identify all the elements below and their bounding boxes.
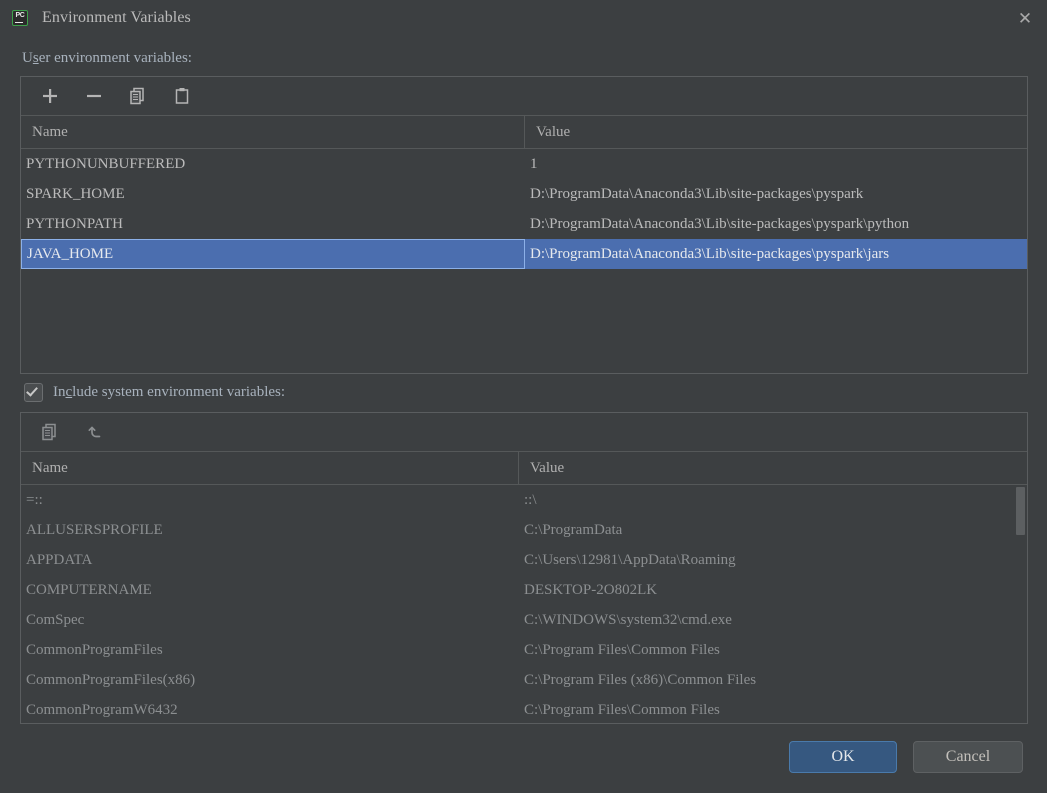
system-var-value: C:\Program Files\Common Files [524,701,720,718]
table-row[interactable]: ComSpec C:\WINDOWS\system32\cmd.exe [21,605,1027,635]
dialog-footer: OK Cancel [0,731,1047,793]
user-var-value[interactable]: D:\ProgramData\Anaconda3\Lib\site-packag… [525,209,1027,239]
user-table-header: Name Value [21,116,1027,149]
include-system-env-checkbox[interactable] [24,383,43,402]
table-row[interactable]: PYTHONUNBUFFERED 1 [21,149,1027,179]
table-row[interactable]: COMPUTERNAME DESKTOP-2O802LK [21,575,1027,605]
user-table-body: PYTHONUNBUFFERED 1 SPARK_HOME D:\Program… [21,149,1027,371]
system-table-scrollbar[interactable] [1014,485,1027,722]
system-var-name: CommonProgramFiles [26,641,163,658]
remove-button[interactable] [81,83,107,109]
dialog-title: Environment Variables [42,9,191,26]
table-row[interactable]: CommonProgramW6432 C:\Program Files\Comm… [21,695,1027,722]
cancel-button[interactable]: Cancel [913,741,1023,773]
system-var-value: ::\ [524,491,537,508]
add-button[interactable] [37,83,63,109]
include-system-env-label-pre: In [53,384,66,400]
system-var-value: C:\Users\12981\AppData\Roaming [524,551,736,568]
table-row[interactable]: APPDATA C:\Users\12981\AppData\Roaming [21,545,1027,575]
table-row[interactable]: ALLUSERSPROFILE C:\ProgramData [21,515,1027,545]
paste-button[interactable] [169,83,195,109]
revert-button[interactable] [83,419,109,445]
user-table-header-value[interactable]: Value [525,116,1027,148]
undo-icon [88,426,101,438]
system-var-name: ALLUSERSPROFILE [26,521,163,538]
system-var-name: COMPUTERNAME [26,581,152,598]
check-icon [26,384,38,397]
system-var-value: DESKTOP-2O802LK [524,581,658,598]
system-table-header-name[interactable]: Name [21,452,519,484]
pycharm-icon-text: PC [15,12,25,19]
table-row[interactable]: CommonProgramFiles(x86) C:\Program Files… [21,665,1027,695]
copy-icon [130,87,144,105]
system-table-header-value[interactable]: Value [519,452,1027,484]
user-var-name[interactable]: JAVA_HOME [21,239,525,269]
system-var-name: APPDATA [26,551,93,568]
user-var-value[interactable]: D:\ProgramData\Anaconda3\Lib\site-packag… [525,179,1027,209]
include-system-env-checkbox-row[interactable]: Include system environment variables: [24,383,285,402]
minus-icon [87,94,101,98]
system-table-body: =:: ::\ ALLUSERSPROFILE C:\ProgramData A… [21,485,1027,722]
include-system-env-label: Include system environment variables: [53,384,285,401]
plus-icon [43,89,57,103]
user-var-name[interactable]: PYTHONPATH [21,209,525,239]
system-table-header: Name Value [21,452,1027,485]
table-row-selected[interactable]: JAVA_HOME D:\ProgramData\Anaconda3\Lib\s… [21,239,1027,269]
user-var-value[interactable]: 1 [525,149,1027,179]
user-env-label: User environment variables: [22,50,192,67]
user-env-label-post: er environment variables: [38,50,192,66]
user-var-name[interactable]: SPARK_HOME [21,179,525,209]
user-env-toolbar [21,77,1027,116]
copy-button[interactable] [37,419,63,445]
user-var-name[interactable]: PYTHONUNBUFFERED [21,149,525,179]
system-var-value: C:\ProgramData [524,521,623,538]
system-var-value: C:\Program Files\Common Files [524,641,720,658]
user-env-panel: Name Value PYTHONUNBUFFERED 1 SPARK_HOME… [20,76,1028,374]
table-row[interactable]: PYTHONPATH D:\ProgramData\Anaconda3\Lib\… [21,209,1027,239]
paste-icon [175,88,189,104]
table-row[interactable]: SPARK_HOME D:\ProgramData\Anaconda3\Lib\… [21,179,1027,209]
system-var-value: C:\WINDOWS\system32\cmd.exe [524,611,732,628]
system-var-value: C:\Program Files (x86)\Common Files [524,671,757,688]
include-system-env-label-post: lude system environment variables: [72,384,286,400]
close-icon[interactable]: ✕ [1009,4,1041,32]
copy-button[interactable] [125,83,151,109]
scrollbar-thumb[interactable] [1016,487,1025,535]
user-table-header-name[interactable]: Name [21,116,525,148]
system-var-name: CommonProgramFiles(x86) [26,671,196,688]
dialog-titlebar: PC Environment Variables ✕ [0,0,1047,36]
system-var-name: CommonProgramW6432 [26,701,178,718]
pycharm-icon-underline [15,21,23,23]
table-row[interactable]: =:: ::\ [21,485,1027,515]
system-env-panel: Name Value =:: ::\ ALLUSERSPROFILE C:\Pr… [20,412,1028,724]
system-env-toolbar [21,413,1027,452]
table-row[interactable]: CommonProgramFiles C:\Program Files\Comm… [21,635,1027,665]
system-var-name: ComSpec [26,611,85,628]
user-var-value[interactable]: D:\ProgramData\Anaconda3\Lib\site-packag… [525,239,1027,269]
pycharm-icon: PC [12,10,28,26]
user-env-label-pre: U [22,50,33,66]
system-var-name: =:: [26,491,43,508]
ok-button[interactable]: OK [789,741,897,773]
copy-icon [42,423,56,441]
